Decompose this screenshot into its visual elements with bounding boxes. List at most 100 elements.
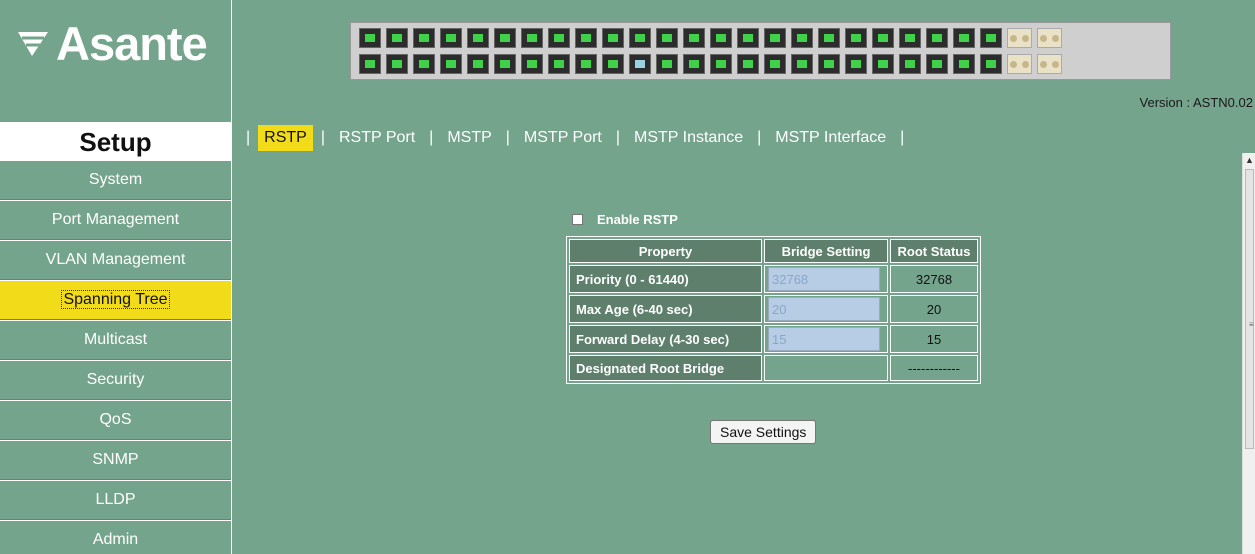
tab-rstp[interactable]: RSTP bbox=[258, 124, 313, 151]
ethernet-port-icon bbox=[710, 54, 732, 74]
tab-separator: | bbox=[320, 128, 325, 146]
sidebar-item-snmp[interactable]: SNMP bbox=[0, 440, 231, 480]
tab-mstp-instance[interactable]: MSTP Instance bbox=[628, 125, 749, 151]
ethernet-port-icon bbox=[602, 28, 624, 48]
header-banner: Version : ASTN0.02 bbox=[232, 0, 1255, 122]
ethernet-port-icon bbox=[683, 54, 705, 74]
sidebar-item-admin[interactable]: Admin bbox=[0, 520, 231, 554]
priority-input[interactable] bbox=[768, 267, 880, 291]
root-status-value: ------------ bbox=[890, 355, 978, 381]
sidebar-item-system[interactable]: System bbox=[0, 160, 231, 200]
enable-rstp-row: Enable RSTP bbox=[572, 212, 678, 227]
bridge-setting-cell bbox=[764, 265, 888, 293]
sidebar-item-qos[interactable]: QoS bbox=[0, 400, 231, 440]
version-value: ASTN0.02 bbox=[1193, 95, 1253, 110]
scroll-up-arrow-icon[interactable]: ▲ bbox=[1245, 155, 1254, 165]
ethernet-port-icon bbox=[656, 54, 678, 74]
ethernet-port-icon bbox=[386, 28, 408, 48]
ethernet-port-icon bbox=[683, 28, 705, 48]
ethernet-port-icon bbox=[845, 54, 867, 74]
asante-logo-icon bbox=[16, 16, 50, 71]
ethernet-port-icon bbox=[521, 54, 543, 74]
scrollbar-thumb[interactable]: ≡ bbox=[1245, 169, 1254, 449]
rstp-settings-table: Property Bridge Setting Root Status Prio… bbox=[566, 236, 981, 384]
ethernet-port-icon bbox=[440, 28, 462, 48]
bridge-setting-cell bbox=[764, 325, 888, 353]
sidebar-item-label: QoS bbox=[99, 411, 132, 428]
sidebar-item-port-management[interactable]: Port Management bbox=[0, 200, 231, 240]
ethernet-port-icon bbox=[521, 28, 543, 48]
ethernet-port-icon bbox=[764, 28, 786, 48]
ethernet-port-icon bbox=[926, 28, 948, 48]
ethernet-port-icon bbox=[764, 54, 786, 74]
ethernet-port-icon bbox=[980, 54, 1002, 74]
version-info: Version : ASTN0.02 bbox=[1140, 95, 1253, 110]
ethernet-port-icon bbox=[656, 28, 678, 48]
ethernet-port-icon bbox=[737, 28, 759, 48]
ethernet-port-icon bbox=[494, 54, 516, 74]
save-settings-button[interactable]: Save Settings bbox=[710, 420, 817, 444]
ethernet-port-icon bbox=[359, 54, 381, 74]
property-label: Priority (0 - 61440) bbox=[569, 265, 762, 293]
column-header-property: Property bbox=[569, 239, 762, 263]
column-header-bridge-setting: Bridge Setting bbox=[764, 239, 888, 263]
sidebar-item-spanning-tree[interactable]: Spanning Tree bbox=[0, 280, 231, 320]
sfp-port-icon bbox=[1037, 28, 1062, 48]
sidebar-item-label: Spanning Tree bbox=[61, 290, 170, 309]
tab-mstp-port[interactable]: MSTP Port bbox=[518, 125, 608, 151]
ethernet-port-icon bbox=[467, 54, 489, 74]
bridge-setting-cell bbox=[764, 295, 888, 323]
enable-rstp-checkbox[interactable] bbox=[572, 214, 583, 225]
ethernet-port-icon bbox=[467, 28, 489, 48]
tab-bar: | RSTP | RSTP Port | MSTP | MSTP Port | … bbox=[232, 122, 1255, 153]
max-age-input[interactable] bbox=[768, 297, 880, 321]
sidebar-item-label: VLAN Management bbox=[45, 251, 186, 268]
ethernet-port-icon bbox=[899, 54, 921, 74]
ethernet-port-icon bbox=[818, 54, 840, 74]
vertical-scrollbar[interactable]: ▲ ≡ bbox=[1242, 153, 1255, 554]
sidebar-item-label: System bbox=[88, 171, 143, 188]
ethernet-port-icon bbox=[548, 54, 570, 74]
sfp-port-icon bbox=[1007, 54, 1032, 74]
sidebar-item-label: Security bbox=[86, 371, 145, 388]
table-row-forward-delay: Forward Delay (4-30 sec) 15 bbox=[569, 325, 978, 353]
switch-front-panel bbox=[350, 22, 1171, 80]
tab-separator: | bbox=[246, 128, 251, 146]
root-status-value: 32768 bbox=[890, 265, 978, 293]
tab-rstp-port[interactable]: RSTP Port bbox=[333, 125, 421, 151]
sidebar-item-vlan-management[interactable]: VLAN Management bbox=[0, 240, 231, 280]
ethernet-port-icon bbox=[494, 28, 516, 48]
ethernet-port-icon bbox=[791, 28, 813, 48]
ethernet-port-icon bbox=[629, 54, 651, 74]
ethernet-port-icon bbox=[953, 54, 975, 74]
ethernet-port-icon bbox=[575, 28, 597, 48]
tab-separator: | bbox=[505, 128, 510, 146]
port-row-top bbox=[359, 28, 1062, 48]
ethernet-port-icon bbox=[440, 54, 462, 74]
sidebar-item-label: Multicast bbox=[83, 331, 148, 348]
version-label: Version : bbox=[1139, 95, 1191, 110]
sidebar-item-label: Admin bbox=[92, 531, 139, 548]
ethernet-port-icon bbox=[953, 28, 975, 48]
sidebar-item-lldp[interactable]: LLDP bbox=[0, 480, 231, 520]
sidebar-item-security[interactable]: Security bbox=[0, 360, 231, 400]
scrollbar-grip-icon: ≡ bbox=[1249, 320, 1254, 329]
forward-delay-input[interactable] bbox=[768, 327, 880, 351]
ethernet-port-icon bbox=[818, 28, 840, 48]
ethernet-port-icon bbox=[872, 28, 894, 48]
ethernet-port-icon bbox=[710, 28, 732, 48]
tab-separator: | bbox=[757, 128, 762, 146]
root-status-value: 20 bbox=[890, 295, 978, 323]
enable-rstp-label: Enable RSTP bbox=[597, 212, 678, 227]
ethernet-port-icon bbox=[413, 28, 435, 48]
sidebar-item-multicast[interactable]: Multicast bbox=[0, 320, 231, 360]
table-row-max-age: Max Age (6-40 sec) 20 bbox=[569, 295, 978, 323]
ethernet-port-icon bbox=[413, 54, 435, 74]
property-label: Max Age (6-40 sec) bbox=[569, 295, 762, 323]
sidebar-item-label: Port Management bbox=[51, 211, 180, 228]
tab-mstp-interface[interactable]: MSTP Interface bbox=[769, 125, 892, 151]
tab-mstp[interactable]: MSTP bbox=[441, 125, 497, 151]
sidebar-title: Setup bbox=[0, 122, 231, 160]
sidebar: System Port Management VLAN Management S… bbox=[0, 160, 231, 554]
ethernet-port-icon bbox=[899, 28, 921, 48]
